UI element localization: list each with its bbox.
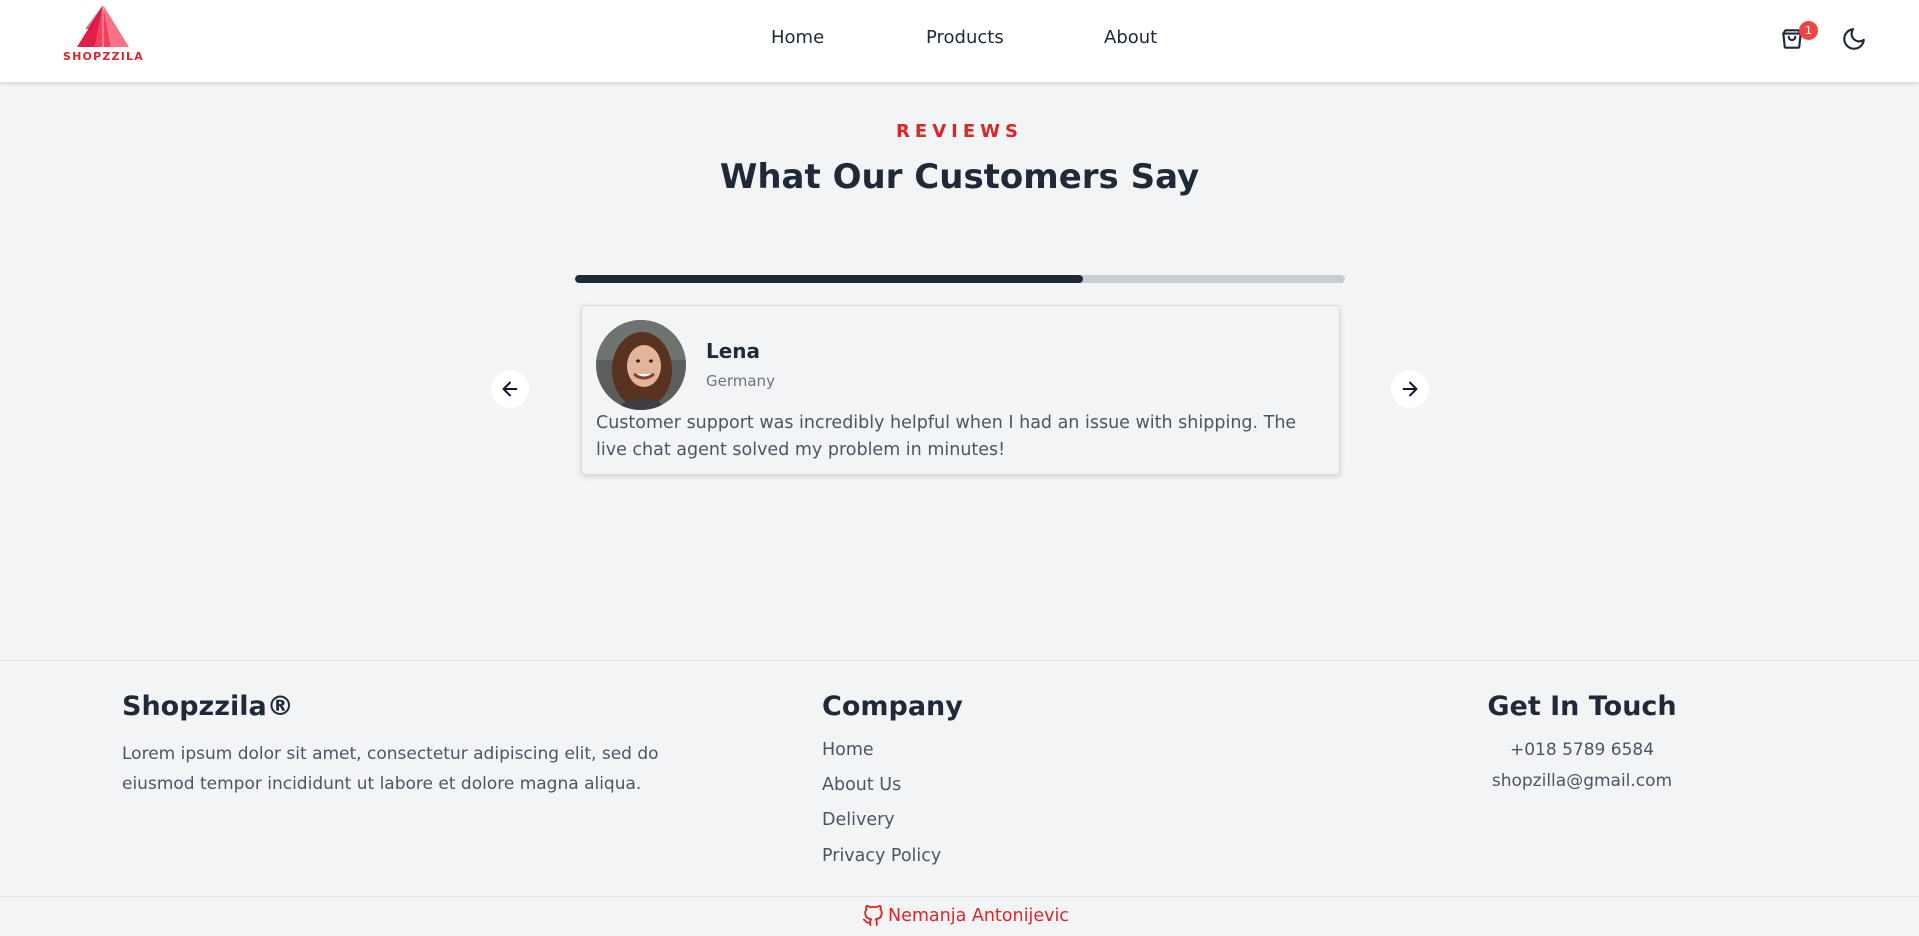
reviews-eyebrow: REVIEWS xyxy=(896,121,1023,142)
footer-brand-title: Shopzzila® xyxy=(122,691,294,722)
shopzzila-logo[interactable]: SHOPZZILA xyxy=(63,3,143,65)
reviewer-country: Germany xyxy=(706,372,775,390)
footer-contact-title: Get In Touch xyxy=(1487,691,1677,722)
footer-description: Lorem ipsum dolor sit amet, consectetur … xyxy=(122,744,659,794)
review-text: Customer support was incredibly helpful … xyxy=(596,413,1297,460)
github-icon xyxy=(862,905,883,927)
logo-text: SHOPZZILA xyxy=(63,50,144,63)
slider-progress-bar xyxy=(575,275,1345,283)
cart-count-badge: 1 xyxy=(1799,21,1818,40)
reviewer-avatar xyxy=(596,320,686,410)
navbar: SHOPZZILA Home Products About 1 xyxy=(0,0,1919,82)
footer-link-delivery[interactable]: Delivery xyxy=(822,810,895,830)
nav-link-home[interactable]: Home xyxy=(771,27,824,48)
footer-company-title: Company xyxy=(822,691,963,722)
slider-progress-fill xyxy=(575,275,1084,283)
next-review-button[interactable] xyxy=(1391,370,1429,408)
footer-link-home[interactable]: Home xyxy=(822,740,874,760)
footer-link-about-us[interactable]: About Us xyxy=(822,775,901,795)
author-credit-text: Nemanja Antonijevic xyxy=(888,906,1069,926)
nav-link-about[interactable]: About xyxy=(1104,27,1157,48)
footer-link-privacy-policy[interactable]: Privacy Policy xyxy=(822,846,941,866)
footer-email[interactable]: shopzilla@gmail.com xyxy=(1432,771,1732,791)
footer-phone[interactable]: +018 5789 6584 xyxy=(1432,740,1732,760)
logo-icon xyxy=(77,5,129,47)
arrow-right-icon xyxy=(1402,381,1418,397)
nav-link-products[interactable]: Products xyxy=(926,27,1004,48)
reviewer-photo xyxy=(596,320,686,410)
reviewer-name: Lena xyxy=(706,339,761,363)
theme-toggle-button[interactable] xyxy=(1841,26,1867,56)
prev-review-button[interactable] xyxy=(491,370,529,408)
author-credit-link[interactable]: Nemanja Antonijevic xyxy=(862,905,1069,927)
footer: Shopzzila® Lorem ipsum dolor sit amet, c… xyxy=(0,660,1919,936)
reviews-heading: What Our Customers Say xyxy=(719,157,1200,197)
moon-icon xyxy=(1843,28,1865,50)
arrow-left-icon xyxy=(502,381,518,397)
review-card: Lena Germany Customer support was incred… xyxy=(581,305,1340,475)
